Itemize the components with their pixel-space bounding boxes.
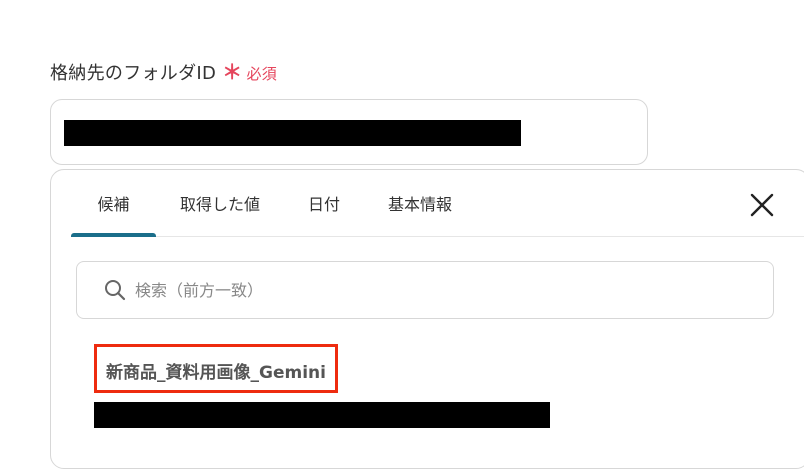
field-label-text: 格納先のフォルダID xyxy=(50,63,217,84)
candidate-name: 新商品_資料用画像_Gemini xyxy=(94,344,338,393)
redacted-input-value xyxy=(64,120,521,146)
folder-id-input[interactable] xyxy=(50,99,648,165)
tab-basic-info[interactable]: 基本情報 xyxy=(364,170,476,236)
redacted-candidate-id xyxy=(94,402,550,428)
required-badge: 必須 xyxy=(246,65,278,83)
required-asterisk: ＊ xyxy=(222,60,243,84)
close-button[interactable] xyxy=(747,190,777,220)
search-icon xyxy=(105,280,126,301)
search-input[interactable] xyxy=(133,279,737,301)
candidate-dropdown: 候補 取得した値 日付 基本情報 新商品_資料用画像_Gemini xyxy=(50,169,804,469)
tab-date[interactable]: 日付 xyxy=(284,170,364,236)
tab-acquired-values[interactable]: 取得した値 xyxy=(156,170,284,236)
search-box xyxy=(76,261,774,319)
field-label: 格納先のフォルダID ＊ 必須 xyxy=(50,56,277,85)
tab-candidates[interactable]: 候補 xyxy=(71,170,156,237)
tab-bar: 候補 取得した値 日付 基本情報 xyxy=(71,170,804,237)
close-icon xyxy=(750,193,774,217)
candidate-item[interactable]: 新商品_資料用画像_Gemini xyxy=(94,344,338,393)
